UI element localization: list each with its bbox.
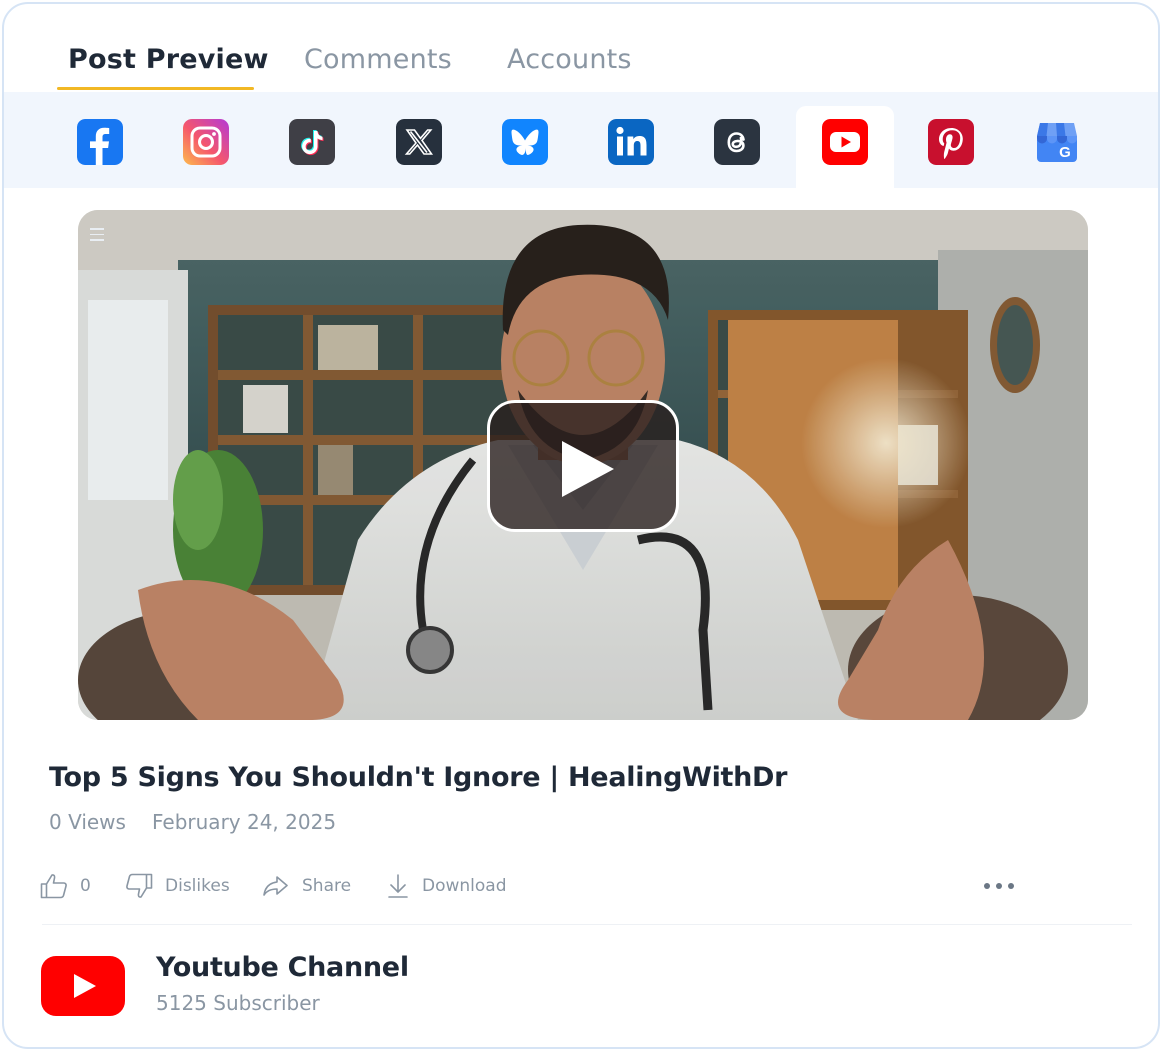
dislike-button[interactable]: Dislikes	[125, 866, 230, 906]
video-title: Top 5 Signs You Shouldn't Ignore | Heali…	[49, 762, 788, 793]
share-label: Share	[302, 876, 352, 896]
svg-text:G: G	[1059, 144, 1071, 161]
tab-comments[interactable]: Comments	[304, 44, 452, 75]
share-button[interactable]: Share	[262, 866, 351, 906]
channel-name[interactable]: Youtube Channel	[156, 952, 409, 983]
x-icon	[396, 119, 442, 165]
download-icon	[388, 874, 408, 898]
tab-post-preview[interactable]: Post Preview	[68, 44, 269, 75]
network-linkedin[interactable]	[582, 92, 680, 188]
more-options-icon[interactable]	[984, 876, 1028, 896]
bluesky-icon	[502, 119, 548, 165]
dislike-label: Dislikes	[165, 876, 230, 896]
network-facebook[interactable]	[51, 92, 149, 188]
divider	[42, 924, 1132, 925]
youtube-logo-icon	[41, 956, 125, 1016]
network-pinterest[interactable]	[902, 92, 1000, 188]
tiktok-icon	[289, 119, 335, 165]
network-x[interactable]	[370, 92, 468, 188]
video-menu-icon[interactable]	[90, 228, 106, 242]
network-instagram[interactable]	[157, 92, 255, 188]
network-bluesky[interactable]	[476, 92, 574, 188]
network-youtube[interactable]	[796, 106, 894, 188]
network-threads[interactable]	[688, 92, 786, 188]
video-player[interactable]	[78, 210, 1088, 720]
network-tiktok[interactable]	[263, 92, 361, 188]
download-label: Download	[422, 876, 507, 896]
tab-bar: Post Preview Comments Accounts	[4, 4, 1158, 92]
active-tab-indicator	[57, 87, 254, 90]
google-business-icon: G	[1034, 119, 1080, 165]
like-button[interactable]: 0	[40, 866, 91, 906]
view-count: 0 Views	[49, 810, 126, 834]
share-icon	[263, 876, 288, 896]
like-count: 0	[80, 876, 91, 896]
network-selector: G	[4, 92, 1158, 188]
download-button[interactable]: Download	[386, 866, 507, 906]
tab-accounts[interactable]: Accounts	[507, 44, 632, 75]
subscriber-count: 5125 Subscriber	[156, 991, 320, 1015]
play-button[interactable]	[487, 400, 679, 532]
thumbs-up-icon	[40, 874, 67, 899]
post-preview-card: Post Preview Comments Accounts G Top 5 S…	[2, 2, 1160, 1049]
publish-date: February 24, 2025	[152, 810, 337, 834]
threads-icon	[714, 119, 760, 165]
channel-avatar[interactable]	[41, 956, 125, 1016]
pinterest-icon	[928, 119, 974, 165]
facebook-icon	[77, 119, 123, 165]
youtube-icon	[822, 119, 868, 165]
instagram-icon	[183, 119, 229, 165]
play-icon	[562, 441, 614, 497]
linkedin-icon	[608, 119, 654, 165]
thumbs-down-icon	[126, 873, 153, 898]
network-google-business[interactable]: G	[1008, 92, 1106, 188]
